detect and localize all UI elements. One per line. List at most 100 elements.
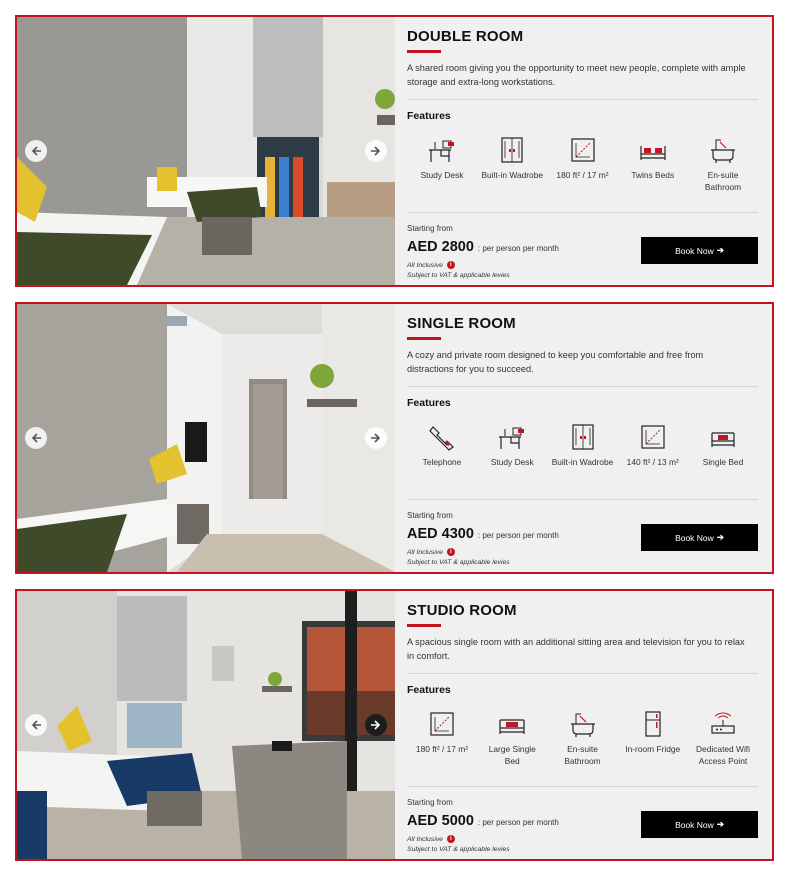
price-period: : per person per month [477,531,559,540]
features-heading: Features [407,397,451,409]
carousel-next-button[interactable] [365,140,387,162]
book-now-button[interactable]: Book Now ➔ [641,811,758,838]
info-icon[interactable]: i [446,835,455,843]
carousel-next-button[interactable] [365,714,387,736]
room-photo-double [17,17,395,285]
feature-area: 180 ft² / 17 m² [411,710,473,767]
feature-label: Telephone [422,457,462,467]
feature-wardrobe: Built-in Wadrobe [481,136,543,193]
book-now-button[interactable]: Book Now ➔ [641,237,758,264]
study-desk-icon [499,427,525,449]
bathroom-icon [570,713,595,737]
feature-label: Dedicated Wifi Access Point [696,744,750,766]
feature-label: Single Bed [702,457,744,467]
price-section: Starting from AED 5000 : per person per … [407,798,758,858]
starting-from-label: Starting from [407,511,453,520]
feature-label: Study Desk [490,457,534,467]
price-period: : per person per month [477,244,559,253]
title-underline [407,337,441,340]
title-underline [407,624,441,627]
wifi-router-icon [711,712,735,734]
single-bed-icon [711,432,735,447]
arrow-left-icon [31,720,41,730]
wardrobe-icon [501,137,523,163]
divider [407,212,758,213]
feature-label: 180 ft² / 17 m² [415,744,469,754]
book-now-label: Book Now [675,245,714,256]
feature-label: Built-in Wadrobe [481,170,544,180]
area-icon [641,425,665,449]
all-inclusive-label: All Inclusive [407,548,443,556]
feature-area: 140 ft² / 13 m² [622,423,684,468]
features-heading: Features [407,110,451,122]
price-value: AED 4300 [407,526,474,542]
features-list: 180 ft² / 17 m² Large Single Bed En-suit… [407,710,758,767]
room-card-double: DOUBLE ROOM A shared room giving you the… [15,15,774,287]
vat-note: Subject to VAT & applicable levies [407,272,510,279]
book-now-label: Book Now [675,819,714,830]
area-icon [570,138,595,162]
feature-fridge: In-room Fridge [622,710,684,767]
arrow-right-icon [371,433,381,443]
starting-from-label: Starting from [407,224,453,233]
bathroom-icon [711,139,735,163]
feature-single-bed: Single Bed [692,423,754,468]
room-photo-studio [17,591,395,859]
study-desk-icon [429,140,454,162]
room-info-double: DOUBLE ROOM A shared room giving you the… [395,17,772,285]
price-value: AED 2800 [407,239,474,255]
book-now-button[interactable]: Book Now ➔ [641,524,758,551]
feature-wardrobe: Built-in Wadrobe [552,423,614,468]
arrow-left-icon [31,146,41,156]
feature-bathroom: En-suite Bathroom [552,710,614,767]
book-now-label: Book Now [675,532,714,543]
feature-bathroom: En-suite Bathroom [692,136,754,193]
feature-study-desk: Study Desk [411,136,473,193]
room-photo-single [17,304,395,572]
room-info-studio: STUDIO ROOM A spacious single room with … [395,591,772,859]
room-photo-image [17,591,395,859]
vat-note: Subject to VAT & applicable levies [407,559,510,566]
arrow-right-icon: ➔ [716,245,724,255]
features-list: Telephone Study Desk Built-in Wadrobe 14… [407,423,758,468]
price-section: Starting from AED 4300 : per person per … [407,511,758,571]
starting-from-label: Starting from [407,798,453,807]
room-photo-image [17,17,395,285]
room-title: SINGLE ROOM [407,315,516,332]
divider [407,786,758,787]
price-value: AED 5000 [407,813,474,829]
price-section: Starting from AED 2800 : per person per … [407,224,758,284]
divider [407,673,758,674]
fridge-icon [645,711,661,737]
title-underline [407,50,441,53]
room-description: A cozy and private room designed to keep… [407,350,704,374]
arrow-left-icon [31,433,41,443]
divider [407,386,758,387]
all-inclusive-label: All Inclusive [407,835,443,843]
arrow-right-icon [371,146,381,156]
room-title: STUDIO ROOM [407,602,517,619]
carousel-next-button[interactable] [365,427,387,449]
arrow-right-icon: ➔ [716,819,724,829]
feature-label: 140 ft² / 13 m² [626,457,679,467]
feature-label: 180 ft² / 17 m² [556,170,609,180]
telephone-icon [429,426,454,451]
carousel-prev-button[interactable] [25,714,47,736]
feature-label: Twins Beds [631,170,675,180]
divider [407,499,758,500]
info-icon[interactable]: i [446,261,455,269]
carousel-prev-button[interactable] [25,140,47,162]
area-icon [430,712,454,736]
vat-note: Subject to VAT & applicable levies [407,846,510,853]
feature-label: Study Desk [420,170,464,180]
room-photo-image [17,304,395,572]
feature-label: Large Single Bed [488,744,536,766]
all-inclusive-label: All Inclusive [407,261,443,269]
carousel-prev-button[interactable] [25,427,47,449]
feature-label: En-suite Bathroom [704,170,742,192]
feature-study-desk: Study Desk [481,423,543,468]
info-icon[interactable]: i [446,548,455,556]
feature-label: Built-in Wadrobe [551,457,614,467]
room-title: DOUBLE ROOM [407,28,524,45]
twin-beds-icon [640,146,666,160]
